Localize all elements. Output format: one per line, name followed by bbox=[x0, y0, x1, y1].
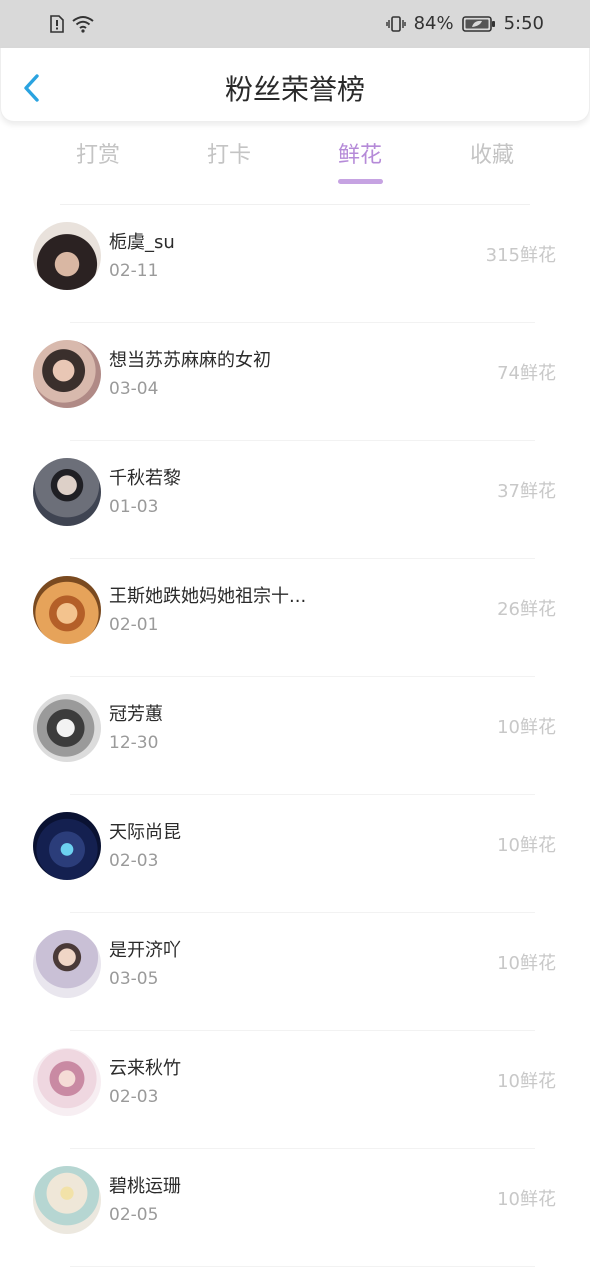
tab-reward[interactable]: 打赏 bbox=[38, 140, 158, 172]
avatar bbox=[33, 340, 101, 408]
nav-bar: 粉丝荣誉榜 bbox=[0, 48, 590, 122]
flower-count: 37鲜花 bbox=[497, 481, 556, 502]
flower-count: 10鲜花 bbox=[497, 835, 556, 856]
fan-name: 冠芳蕙 bbox=[109, 704, 163, 725]
tab-checkin[interactable]: 打卡 bbox=[169, 140, 289, 172]
vibrate-icon bbox=[385, 16, 406, 32]
fan-date: 02-05 bbox=[109, 1205, 159, 1225]
battery-icon bbox=[461, 16, 495, 32]
fan-date: 02-11 bbox=[109, 261, 159, 281]
avatar bbox=[33, 458, 101, 526]
fan-date: 02-01 bbox=[109, 615, 159, 635]
clock: 5:50 bbox=[503, 13, 544, 34]
fan-date: 03-05 bbox=[109, 969, 159, 989]
avatar bbox=[33, 1166, 101, 1234]
fan-row[interactable]: 王斯她跌她妈她祖宗十... 02-01 26鲜花 bbox=[0, 559, 590, 677]
fan-row[interactable]: 冠芳蕙 12-30 10鲜花 bbox=[0, 677, 590, 795]
fan-date: 02-03 bbox=[109, 1087, 159, 1107]
fan-row[interactable]: 栀虞_su 02-11 315鲜花 bbox=[0, 205, 590, 323]
battery-percent: 84% bbox=[413, 13, 454, 34]
fan-name: 是开济吖 bbox=[109, 940, 181, 961]
fan-name: 碧桃运珊 bbox=[109, 1176, 181, 1197]
avatar bbox=[33, 222, 101, 290]
flower-count: 26鲜花 bbox=[497, 599, 556, 620]
flower-count: 315鲜花 bbox=[485, 245, 556, 266]
fan-name: 王斯她跌她妈她祖宗十... bbox=[109, 586, 307, 607]
flower-count: 10鲜花 bbox=[497, 1071, 556, 1092]
flower-count: 10鲜花 bbox=[497, 1189, 556, 1210]
fan-date: 01-03 bbox=[109, 497, 159, 517]
avatar bbox=[33, 1048, 101, 1116]
flower-count: 10鲜花 bbox=[497, 953, 556, 974]
tab-favorites[interactable]: 收藏 bbox=[432, 140, 552, 172]
active-tab-indicator bbox=[338, 179, 383, 184]
status-left bbox=[50, 14, 94, 34]
fan-row[interactable]: 云来秋竹 02-03 10鲜花 bbox=[0, 1031, 590, 1149]
page-title: 粉丝荣誉榜 bbox=[224, 73, 365, 106]
fan-list: 栀虞_su 02-11 315鲜花 想当苏苏麻麻的女初 03-04 74鲜花 千… bbox=[0, 205, 590, 1267]
fan-name: 想当苏苏麻麻的女初 bbox=[109, 350, 271, 371]
flower-count: 74鲜花 bbox=[497, 363, 556, 384]
status-right: 84% 5:50 bbox=[385, 12, 544, 36]
avatar bbox=[33, 576, 101, 644]
sim-alert-icon bbox=[50, 15, 64, 33]
fan-row[interactable]: 想当苏苏麻麻的女初 03-04 74鲜花 bbox=[0, 323, 590, 441]
fan-name: 天际尚昆 bbox=[109, 822, 181, 843]
fan-name: 云来秋竹 bbox=[109, 1058, 181, 1079]
fan-name: 千秋若黎 bbox=[109, 468, 181, 489]
fan-row[interactable]: 千秋若黎 01-03 37鲜花 bbox=[0, 441, 590, 559]
fan-row[interactable]: 是开济吖 03-05 10鲜花 bbox=[0, 913, 590, 1031]
avatar bbox=[33, 812, 101, 880]
avatar bbox=[33, 930, 101, 998]
fan-name: 栀虞_su bbox=[109, 232, 175, 253]
fan-date: 12-30 bbox=[109, 733, 159, 753]
fan-date: 02-03 bbox=[109, 851, 159, 871]
tab-bar: 打赏 打卡 鲜花 收藏 bbox=[0, 130, 590, 190]
status-bar: 84% 5:50 bbox=[0, 0, 590, 48]
tab-flowers[interactable]: 鲜花 bbox=[300, 140, 420, 172]
avatar bbox=[33, 694, 101, 762]
row-divider bbox=[70, 1266, 535, 1267]
fan-row[interactable]: 天际尚昆 02-03 10鲜花 bbox=[0, 795, 590, 913]
fan-date: 03-04 bbox=[109, 379, 159, 399]
wifi-icon bbox=[72, 16, 94, 33]
flower-count: 10鲜花 bbox=[497, 717, 556, 738]
fan-row[interactable]: 碧桃运珊 02-05 10鲜花 bbox=[0, 1149, 590, 1267]
